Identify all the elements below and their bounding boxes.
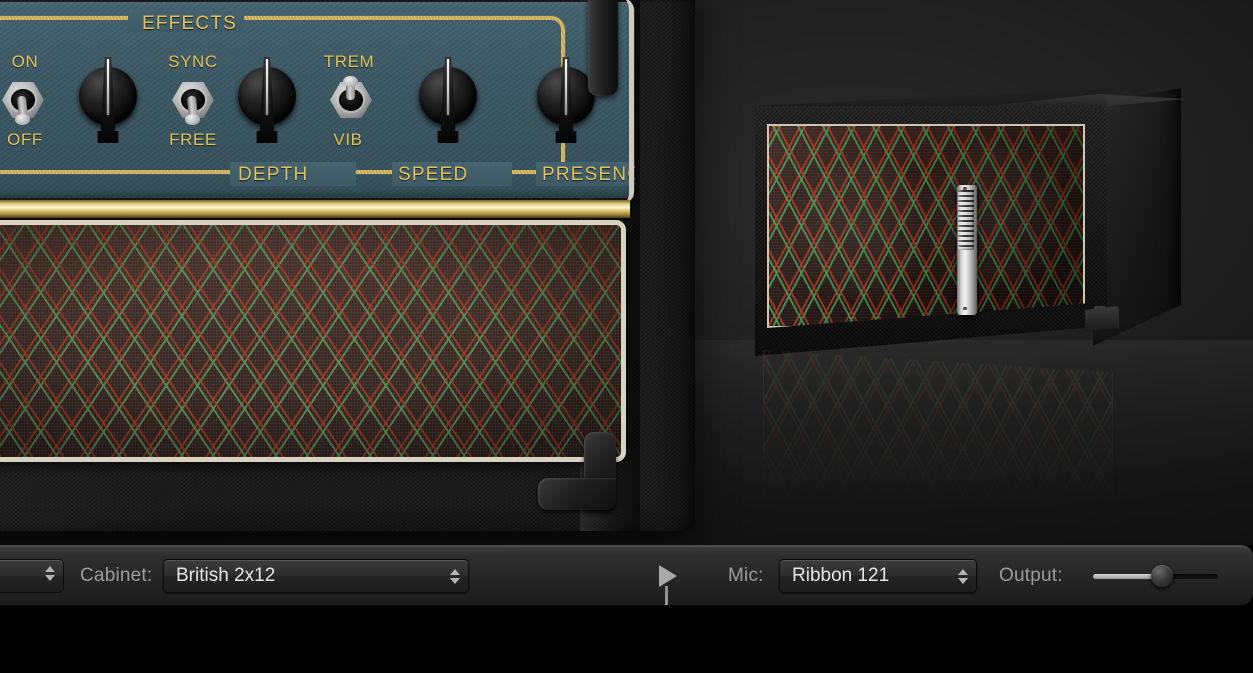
amp-top-corner-protector bbox=[588, 0, 618, 96]
mic-label: Mic: bbox=[728, 565, 764, 586]
chevron-up-icon bbox=[958, 568, 968, 575]
mic-popup-menu[interactable]: Ribbon 121 bbox=[779, 559, 977, 593]
play-arrow-icon bbox=[659, 565, 677, 587]
chevron-down-icon bbox=[450, 577, 460, 584]
amp-corner-protector bbox=[538, 432, 616, 510]
amp-head[interactable]: EFFECTS ON OFF DEPTH SYNC FREE SPEED TRE… bbox=[0, 0, 700, 531]
cabinet-foot bbox=[1085, 306, 1119, 332]
cabinet-popup-value: British 2x12 bbox=[176, 565, 276, 586]
mic-bottom-screw-icon bbox=[963, 307, 967, 310]
chevron-up-icon bbox=[450, 568, 460, 575]
speed-knob-label: SPEED bbox=[398, 164, 469, 185]
sync-label: SYNC bbox=[168, 52, 218, 71]
mic-gloss-icon bbox=[958, 190, 974, 250]
play-button[interactable] bbox=[659, 565, 677, 587]
vib-label: VIB bbox=[333, 130, 363, 149]
window-below-area bbox=[0, 605, 1253, 673]
output-slider[interactable] bbox=[1093, 565, 1218, 587]
effects-on-off-switch[interactable] bbox=[0, 76, 46, 125]
stepper-arrows-icon bbox=[958, 568, 968, 584]
trem-vib-switch[interactable] bbox=[328, 76, 374, 124]
slider-thumb[interactable] bbox=[1150, 565, 1173, 587]
effects-on-label: ON bbox=[11, 52, 39, 71]
mic-popup-value: Ribbon 121 bbox=[792, 565, 890, 586]
toggle-tip-icon bbox=[15, 114, 30, 125]
effects-off-label: OFF bbox=[7, 130, 43, 149]
cabinet-grille-shading bbox=[769, 126, 1083, 326]
cabinet-floor-reflection bbox=[763, 350, 1113, 510]
toolbar-controls: Cabinet: British 2x12 Mic: Ribbon 121 Ou… bbox=[0, 546, 1253, 606]
amp-control-panel: EFFECTS ON OFF DEPTH SYNC FREE SPEED TRE… bbox=[0, 2, 635, 198]
effects-section-title: EFFECTS bbox=[142, 13, 237, 34]
output-label: Output: bbox=[999, 565, 1063, 586]
cabinet-popup-menu[interactable]: British 2x12 bbox=[163, 559, 469, 593]
grille-vignette bbox=[0, 225, 621, 457]
amp-grille bbox=[0, 220, 626, 462]
presence-knob[interactable] bbox=[417, 57, 479, 143]
depth-knob-label: DEPTH bbox=[238, 164, 309, 185]
bottom-toolbar: Cabinet: British 2x12 Mic: Ribbon 121 Ou… bbox=[0, 545, 1253, 605]
chevron-down-icon bbox=[958, 577, 968, 584]
presence-knob-label: PRESENCE bbox=[542, 164, 635, 185]
knob-indicator-icon bbox=[447, 59, 449, 115]
toggle-tip-icon bbox=[343, 76, 358, 87]
depth-knob[interactable] bbox=[77, 57, 139, 143]
ribbon-microphone[interactable] bbox=[954, 185, 980, 315]
knob-indicator-icon bbox=[107, 59, 109, 115]
toggle-tip-icon bbox=[185, 114, 200, 125]
cabinet-label: Cabinet: bbox=[80, 565, 153, 586]
mic-top-screw-icon bbox=[963, 187, 967, 190]
stepper-arrows-icon bbox=[450, 568, 460, 584]
amp-designer-window: EFFECTS ON OFF DEPTH SYNC FREE SPEED TRE… bbox=[0, 0, 1253, 673]
trem-label: TREM bbox=[323, 52, 375, 71]
knob-indicator-icon bbox=[266, 59, 268, 115]
free-label: FREE bbox=[169, 130, 217, 149]
sync-free-switch[interactable] bbox=[170, 76, 216, 125]
corner-horizontal bbox=[538, 478, 616, 510]
speed-knob[interactable] bbox=[236, 57, 298, 143]
knob-indicator-icon bbox=[565, 59, 567, 115]
cabinet-grille bbox=[767, 124, 1085, 328]
gold-trim-strip bbox=[0, 200, 630, 218]
